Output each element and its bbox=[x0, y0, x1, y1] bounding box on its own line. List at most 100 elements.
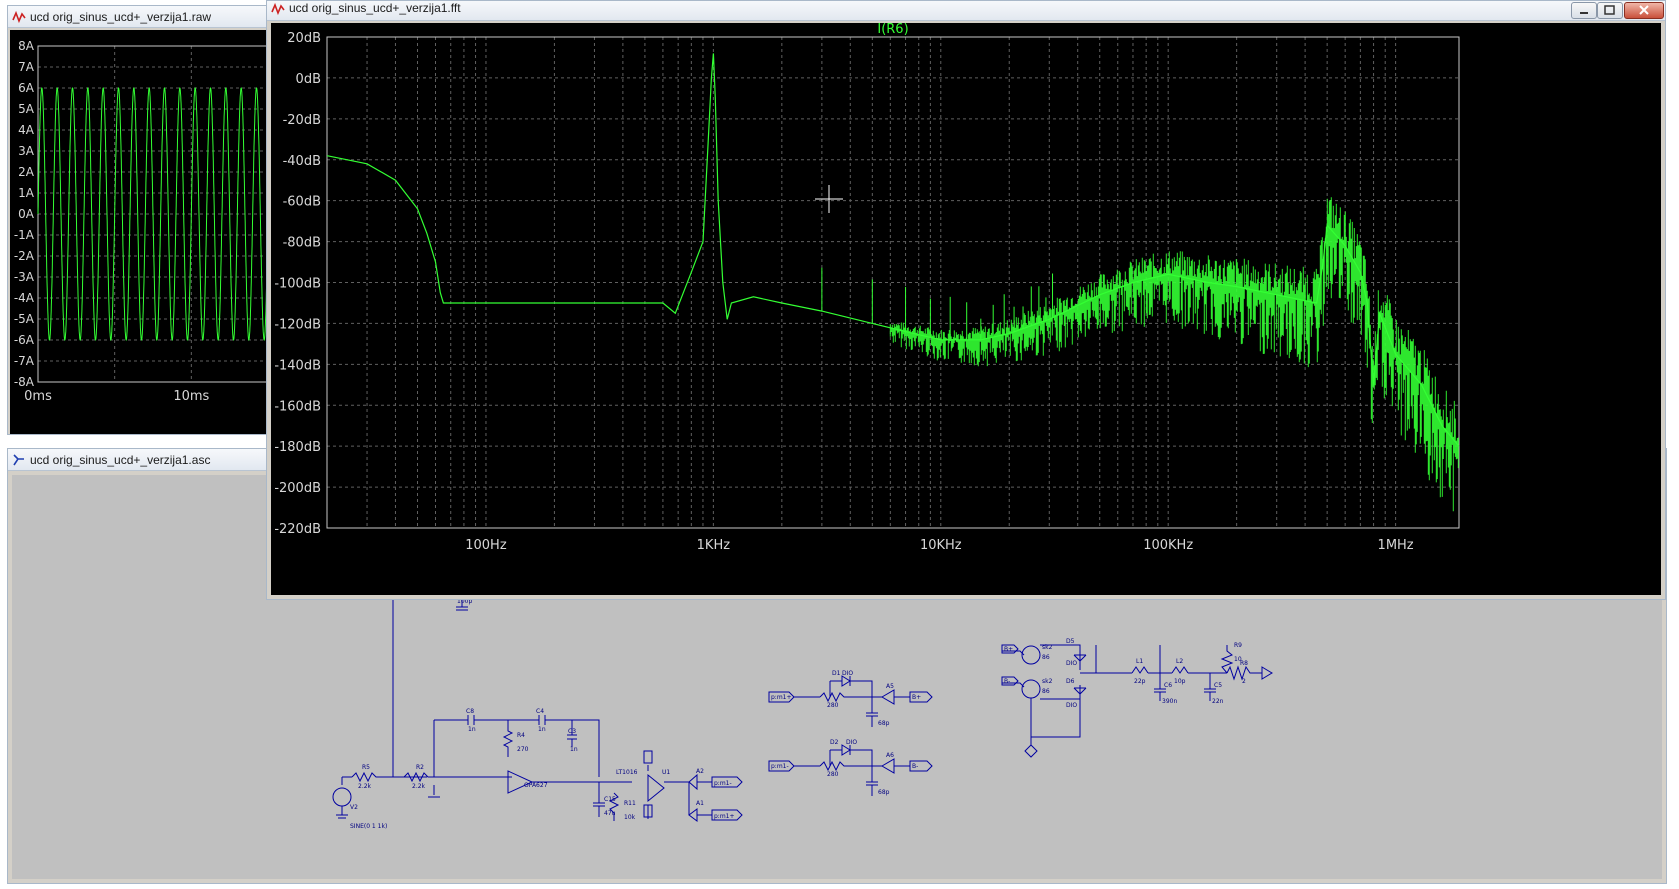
label-c5: C5 bbox=[1214, 682, 1222, 689]
fft-window-title: ucd orig_sinus_ucd+_verzija1.fft bbox=[289, 1, 461, 15]
label-l2v: 10p bbox=[1174, 678, 1186, 685]
label-c3: C3 bbox=[568, 728, 576, 735]
label-c8v: 1n bbox=[468, 726, 476, 733]
label-a6: A6 bbox=[886, 752, 894, 759]
label-c5v: 22n bbox=[1212, 698, 1224, 705]
fft-window-titlebar[interactable]: ucd orig_sinus_ucd+_verzija1.fft bbox=[267, 1, 1665, 21]
y-tick-label: -60dB bbox=[283, 195, 321, 210]
trace-label: I(R6) bbox=[877, 23, 908, 37]
close-icon bbox=[1639, 5, 1649, 15]
label-r280b: 280 bbox=[827, 771, 839, 778]
raw-plot-area[interactable]: 8A 7A 6A 5A 4A 3A 2A 1A 0A -1A -2A -3A -4A -5A -6A -7A -… bbox=[10, 30, 269, 434]
y-tick-label: -20dB bbox=[283, 113, 321, 128]
label-a2: A2 bbox=[696, 768, 704, 775]
label-r11v: 10k bbox=[624, 814, 636, 821]
label-bminus: B- bbox=[912, 763, 918, 770]
label-c8: C8 bbox=[466, 708, 474, 715]
label-d5v: DIO bbox=[1066, 660, 1077, 667]
label-r4: R4 bbox=[517, 732, 525, 739]
label-pwm-out-2: p:m1+ bbox=[714, 813, 735, 820]
schematic-window-title: ucd orig_sinus_ucd+_verzija1.asc bbox=[30, 453, 211, 467]
fft-chart: 20dB 0dB -20dB -40dB -60dB -80dB -100dB -120dB -… bbox=[274, 22, 1460, 553]
y-tick-label: 20dB bbox=[287, 31, 321, 46]
label-q2v: 86 bbox=[1042, 688, 1050, 695]
raw-y-tick-label: -5A bbox=[14, 312, 35, 326]
raw-y-tick-label: 7A bbox=[18, 60, 35, 74]
raw-y-tick-label: -4A bbox=[14, 291, 35, 305]
close-button[interactable] bbox=[1624, 2, 1664, 19]
y-tick-label: -80dB bbox=[283, 236, 321, 251]
waveform-icon bbox=[271, 2, 285, 16]
label-c15v: 47u bbox=[604, 810, 616, 817]
fft-window[interactable]: ucd orig_sinus_ucd+_verzija1.fft 20dB 0dB… bbox=[266, 0, 1666, 600]
raw-waveform-plot: 8A 7A 6A 5A 4A 3A 2A 1A 0A -1A -2A -3A -4A -5A -6A -7A -… bbox=[14, 39, 269, 404]
y-tick-label: -200dB bbox=[274, 481, 321, 496]
label-r4v: 270 bbox=[517, 746, 529, 753]
label-a1: A1 bbox=[696, 800, 704, 807]
label-d2: D2 bbox=[830, 739, 839, 746]
minimize-button[interactable] bbox=[1571, 2, 1597, 19]
label-c68b: 68p bbox=[878, 789, 890, 796]
label-a5: A5 bbox=[886, 683, 894, 690]
y-tick-label: -220dB bbox=[274, 522, 321, 537]
raw-window-titlebar[interactable]: ucd orig_sinus_ucd+_verzija1.raw bbox=[8, 6, 268, 28]
x-tick-label: 1MHz bbox=[1378, 538, 1414, 553]
label-bplus: B+ bbox=[912, 694, 921, 701]
label-r2v: 2.2k bbox=[412, 783, 426, 790]
raw-y-tick-label: -7A bbox=[14, 354, 35, 368]
raw-window-title: ucd orig_sinus_ucd+_verzija1.raw bbox=[30, 10, 212, 24]
label-c6: C6 bbox=[1164, 682, 1172, 689]
raw-y-tick-label: -6A bbox=[14, 333, 35, 347]
label-l2: L2 bbox=[1176, 658, 1183, 665]
fft-plot-area[interactable]: 20dB 0dB -20dB -40dB -60dB -80dB -100dB -120dB -… bbox=[271, 22, 1661, 595]
label-pwm-out-1: p:m1- bbox=[714, 780, 732, 787]
label-lt: LT1016 bbox=[616, 769, 638, 776]
label-c4: C4 bbox=[536, 708, 544, 715]
maximize-icon bbox=[1604, 5, 1615, 15]
raw-trace bbox=[37, 87, 269, 341]
raw-x-tick-label: 10ms bbox=[173, 389, 209, 404]
label-opa: OPA627 bbox=[524, 782, 548, 789]
x-tick-label: 100KHz bbox=[1143, 538, 1193, 553]
label-l1: L1 bbox=[1136, 658, 1143, 665]
label-r5v: 2.2k bbox=[358, 783, 372, 790]
raw-y-tick-label: 4A bbox=[18, 123, 35, 137]
y-tick-label: -180dB bbox=[274, 440, 321, 455]
label-q1v: 86 bbox=[1042, 654, 1050, 661]
label-r5: R5 bbox=[362, 764, 370, 771]
label-q2: sk2 bbox=[1042, 678, 1053, 685]
label-r9: R9 bbox=[1234, 642, 1242, 649]
label-l1v: 22p bbox=[1134, 678, 1146, 685]
schematic-icon bbox=[13, 454, 24, 466]
label-c15: C15 bbox=[604, 796, 616, 803]
raw-y-tick-label: -8A bbox=[14, 375, 35, 389]
minimize-icon bbox=[1580, 12, 1588, 14]
raw-y-tick-label: 8A bbox=[18, 39, 35, 53]
y-tick-label: -40dB bbox=[283, 154, 321, 169]
x-tick-label: 100Hz bbox=[465, 538, 507, 553]
maximize-button[interactable] bbox=[1597, 2, 1623, 19]
y-tick-label: -120dB bbox=[274, 317, 321, 332]
label-d6: D6 bbox=[1066, 678, 1075, 685]
label-v2: V2 bbox=[350, 804, 358, 811]
raw-y-tick-label: 3A bbox=[18, 144, 35, 158]
raw-window[interactable]: ucd orig_sinus_ucd+_verzija1.raw 8A 7A 6A 5… bbox=[7, 5, 269, 435]
label-r2: R2 bbox=[416, 764, 424, 771]
label-r11: R11 bbox=[624, 800, 636, 807]
y-tick-label: -100dB bbox=[274, 277, 321, 292]
y-tick-label: -140dB bbox=[274, 358, 321, 373]
label-d6v: DIO bbox=[1066, 702, 1077, 709]
raw-y-tick-label: -3A bbox=[14, 270, 35, 284]
raw-y-tick-label: 2A bbox=[18, 165, 35, 179]
label-dio-2: DIO bbox=[846, 739, 857, 746]
y-tick-label: 0dB bbox=[296, 72, 321, 87]
raw-y-tick-label: -1A bbox=[14, 228, 35, 242]
label-r8: R8 bbox=[1240, 660, 1248, 667]
label-d1: D1 bbox=[832, 670, 841, 677]
label-u1: U1 bbox=[662, 769, 670, 776]
label-sine: SINE(0 1 1k) bbox=[350, 823, 387, 830]
raw-y-tick-label: 1A bbox=[18, 186, 35, 200]
label-d5: D5 bbox=[1066, 638, 1075, 645]
label-c3v: 1n bbox=[570, 746, 578, 753]
label-pwm1-a: p:m1+ bbox=[771, 694, 792, 701]
